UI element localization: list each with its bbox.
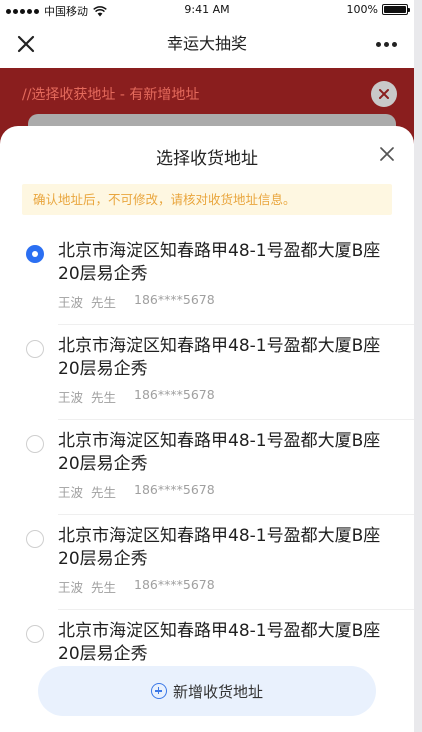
radio-unchecked-icon[interactable] [26, 340, 44, 358]
contact-phone: 186****5678 [134, 577, 215, 592]
address-item[interactable]: 北京市海淀区知春路甲48-1号盈都大厦B座20层易企秀 王波 先生 186***… [0, 335, 414, 430]
scrollbar-track [414, 0, 422, 732]
radio-unchecked-icon[interactable] [26, 435, 44, 453]
nav-bar: 幸运大抽奖 [0, 20, 414, 68]
address-text: 北京市海淀区知春路甲48-1号盈都大厦B座20层易企秀 [58, 621, 381, 664]
address-text: 北京市海淀区知春路甲48-1号盈都大厦B座20层易企秀 [58, 336, 381, 379]
battery-fill [384, 6, 406, 13]
close-icon[interactable] [14, 32, 38, 56]
plus-circle-icon [150, 683, 167, 699]
address-text: 北京市海淀区知春路甲48-1号盈都大厦B座20层易企秀 [58, 241, 381, 284]
sheet-title: 选择收货地址 [156, 149, 258, 169]
address-sheet: 选择收货地址 确认地址后，不可修改，请核对收货地址信息。 北京市海淀区知春路甲4… [0, 126, 414, 732]
close-icon[interactable] [377, 144, 397, 164]
divider [58, 514, 414, 515]
divider [58, 419, 414, 420]
add-address-button[interactable]: 新增收货地址 [38, 666, 376, 716]
radio-unchecked-icon[interactable] [26, 530, 44, 548]
radio-checked-icon[interactable] [26, 245, 44, 263]
more-icon[interactable] [374, 35, 398, 53]
address-contact: 王波 先生 186****5678 [58, 482, 215, 501]
radio-unchecked-icon[interactable] [26, 625, 44, 643]
contact-title: 先生 [91, 485, 117, 500]
address-text: 北京市海淀区知春路甲48-1号盈都大厦B座20层易企秀 [58, 431, 381, 474]
page-title: 幸运大抽奖 [166, 34, 247, 53]
address-contact: 王波 先生 186****5678 [58, 292, 215, 311]
contact-title: 先生 [91, 580, 117, 595]
background-close-icon [371, 81, 397, 107]
contact-phone: 186****5678 [134, 292, 215, 307]
notice-banner: 确认地址后，不可修改，请核对收货地址信息。 [22, 184, 392, 215]
contact-phone: 186****5678 [134, 387, 215, 402]
add-address-label: 新增收货地址 [172, 682, 263, 701]
address-item[interactable]: 北京市海淀区知春路甲48-1号盈都大厦B座20层易企秀 王波 先生 186***… [0, 240, 414, 335]
address-item[interactable]: 北京市海淀区知春路甲48-1号盈都大厦B座20层易企秀 王波 先生 186***… [0, 430, 414, 525]
battery-percent: 100% [346, 3, 378, 16]
address-contact: 王波 先生 186****5678 [58, 577, 215, 596]
background-hint: //选择收获地址 - 有新增地址 [22, 87, 200, 103]
divider [58, 609, 414, 610]
contact-name: 王波 [58, 485, 84, 500]
contact-name: 王波 [58, 390, 84, 405]
address-item[interactable]: 北京市海淀区知春路甲48-1号盈都大厦B座20层易企秀 王波 先生 186***… [0, 525, 414, 620]
contact-name: 王波 [58, 295, 84, 310]
contact-title: 先生 [91, 390, 117, 405]
contact-phone: 186****5678 [134, 482, 215, 497]
divider [58, 324, 414, 325]
address-text: 北京市海淀区知春路甲48-1号盈都大厦B座20层易企秀 [58, 526, 381, 569]
status-right: 100% [346, 3, 410, 16]
battery-icon [382, 4, 410, 15]
contact-name: 王波 [58, 580, 84, 595]
phone-frame: 中国移动 9:41 AM 100% 幸运大抽奖 //选择收获地址 - 有新增地址… [0, 0, 414, 732]
status-bar: 中国移动 9:41 AM 100% [0, 0, 414, 20]
contact-title: 先生 [91, 295, 117, 310]
address-contact: 王波 先生 186****5678 [58, 387, 215, 406]
